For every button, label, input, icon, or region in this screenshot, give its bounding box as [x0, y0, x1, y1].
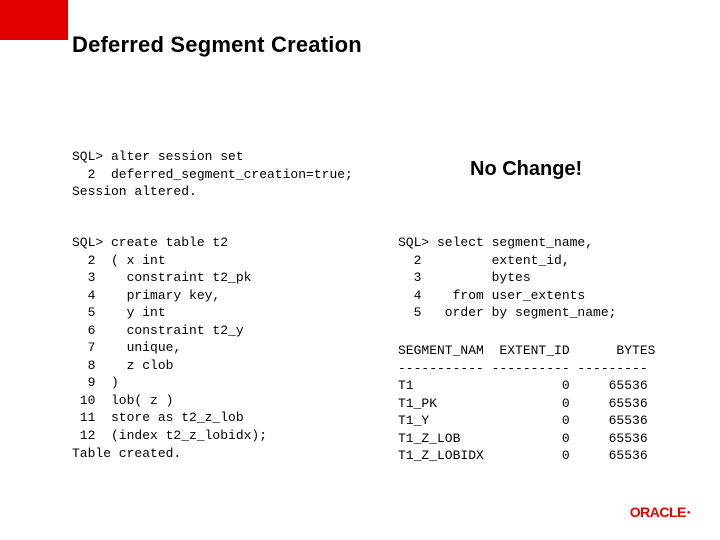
- slide: Deferred Segment Creation SQL> alter ses…: [0, 0, 720, 540]
- oracle-logo-text: ORACLE: [630, 504, 686, 520]
- page-title: Deferred Segment Creation: [72, 32, 362, 58]
- code-create-table: SQL> create table t2 2 ( x int 3 constra…: [72, 234, 267, 462]
- accent-bar: [0, 0, 68, 40]
- code-alter-session: SQL> alter session set 2 deferred_segmen…: [72, 148, 353, 201]
- oracle-logo: ORACLE●: [630, 504, 690, 520]
- oracle-logo-dot: ●: [686, 510, 690, 516]
- code-query-results: SEGMENT_NAM EXTENT_ID BYTES ----------- …: [398, 342, 655, 465]
- code-select-query: SQL> select segment_name, 2 extent_id, 3…: [398, 234, 616, 322]
- callout-no-change: No Change!: [470, 158, 582, 181]
